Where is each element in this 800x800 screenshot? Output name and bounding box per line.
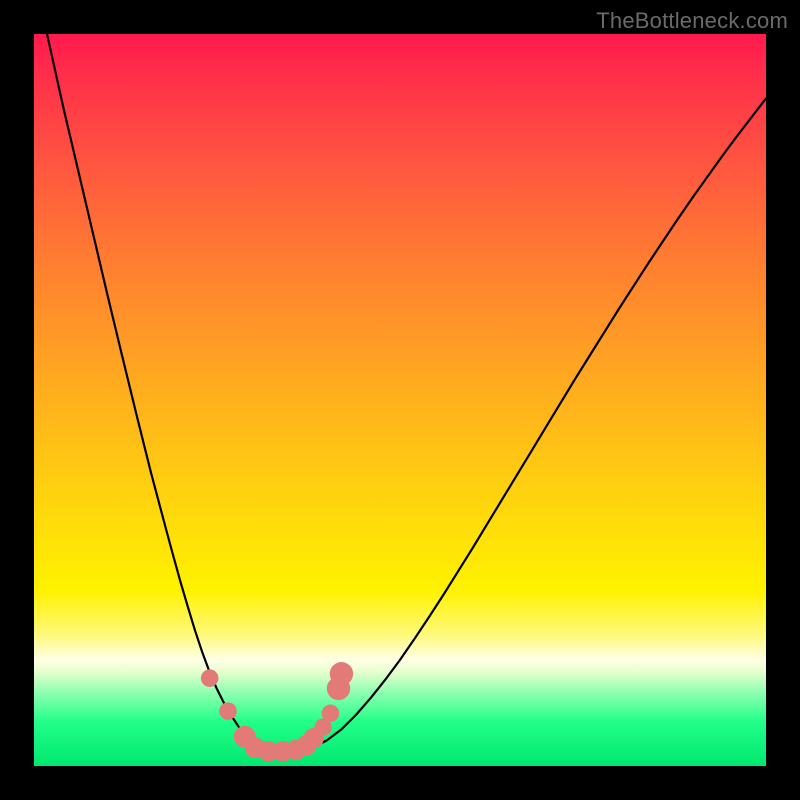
bottleneck-curve — [34, 34, 766, 751]
curve-marker — [322, 705, 340, 723]
curve-marker — [201, 669, 219, 687]
watermark-text: TheBottleneck.com — [596, 8, 788, 34]
plot-area — [34, 34, 766, 766]
chart-svg — [34, 34, 766, 766]
curve-marker — [330, 662, 353, 685]
marker-group — [201, 662, 353, 762]
curve-marker — [219, 702, 237, 720]
outer-frame: TheBottleneck.com — [0, 0, 800, 800]
